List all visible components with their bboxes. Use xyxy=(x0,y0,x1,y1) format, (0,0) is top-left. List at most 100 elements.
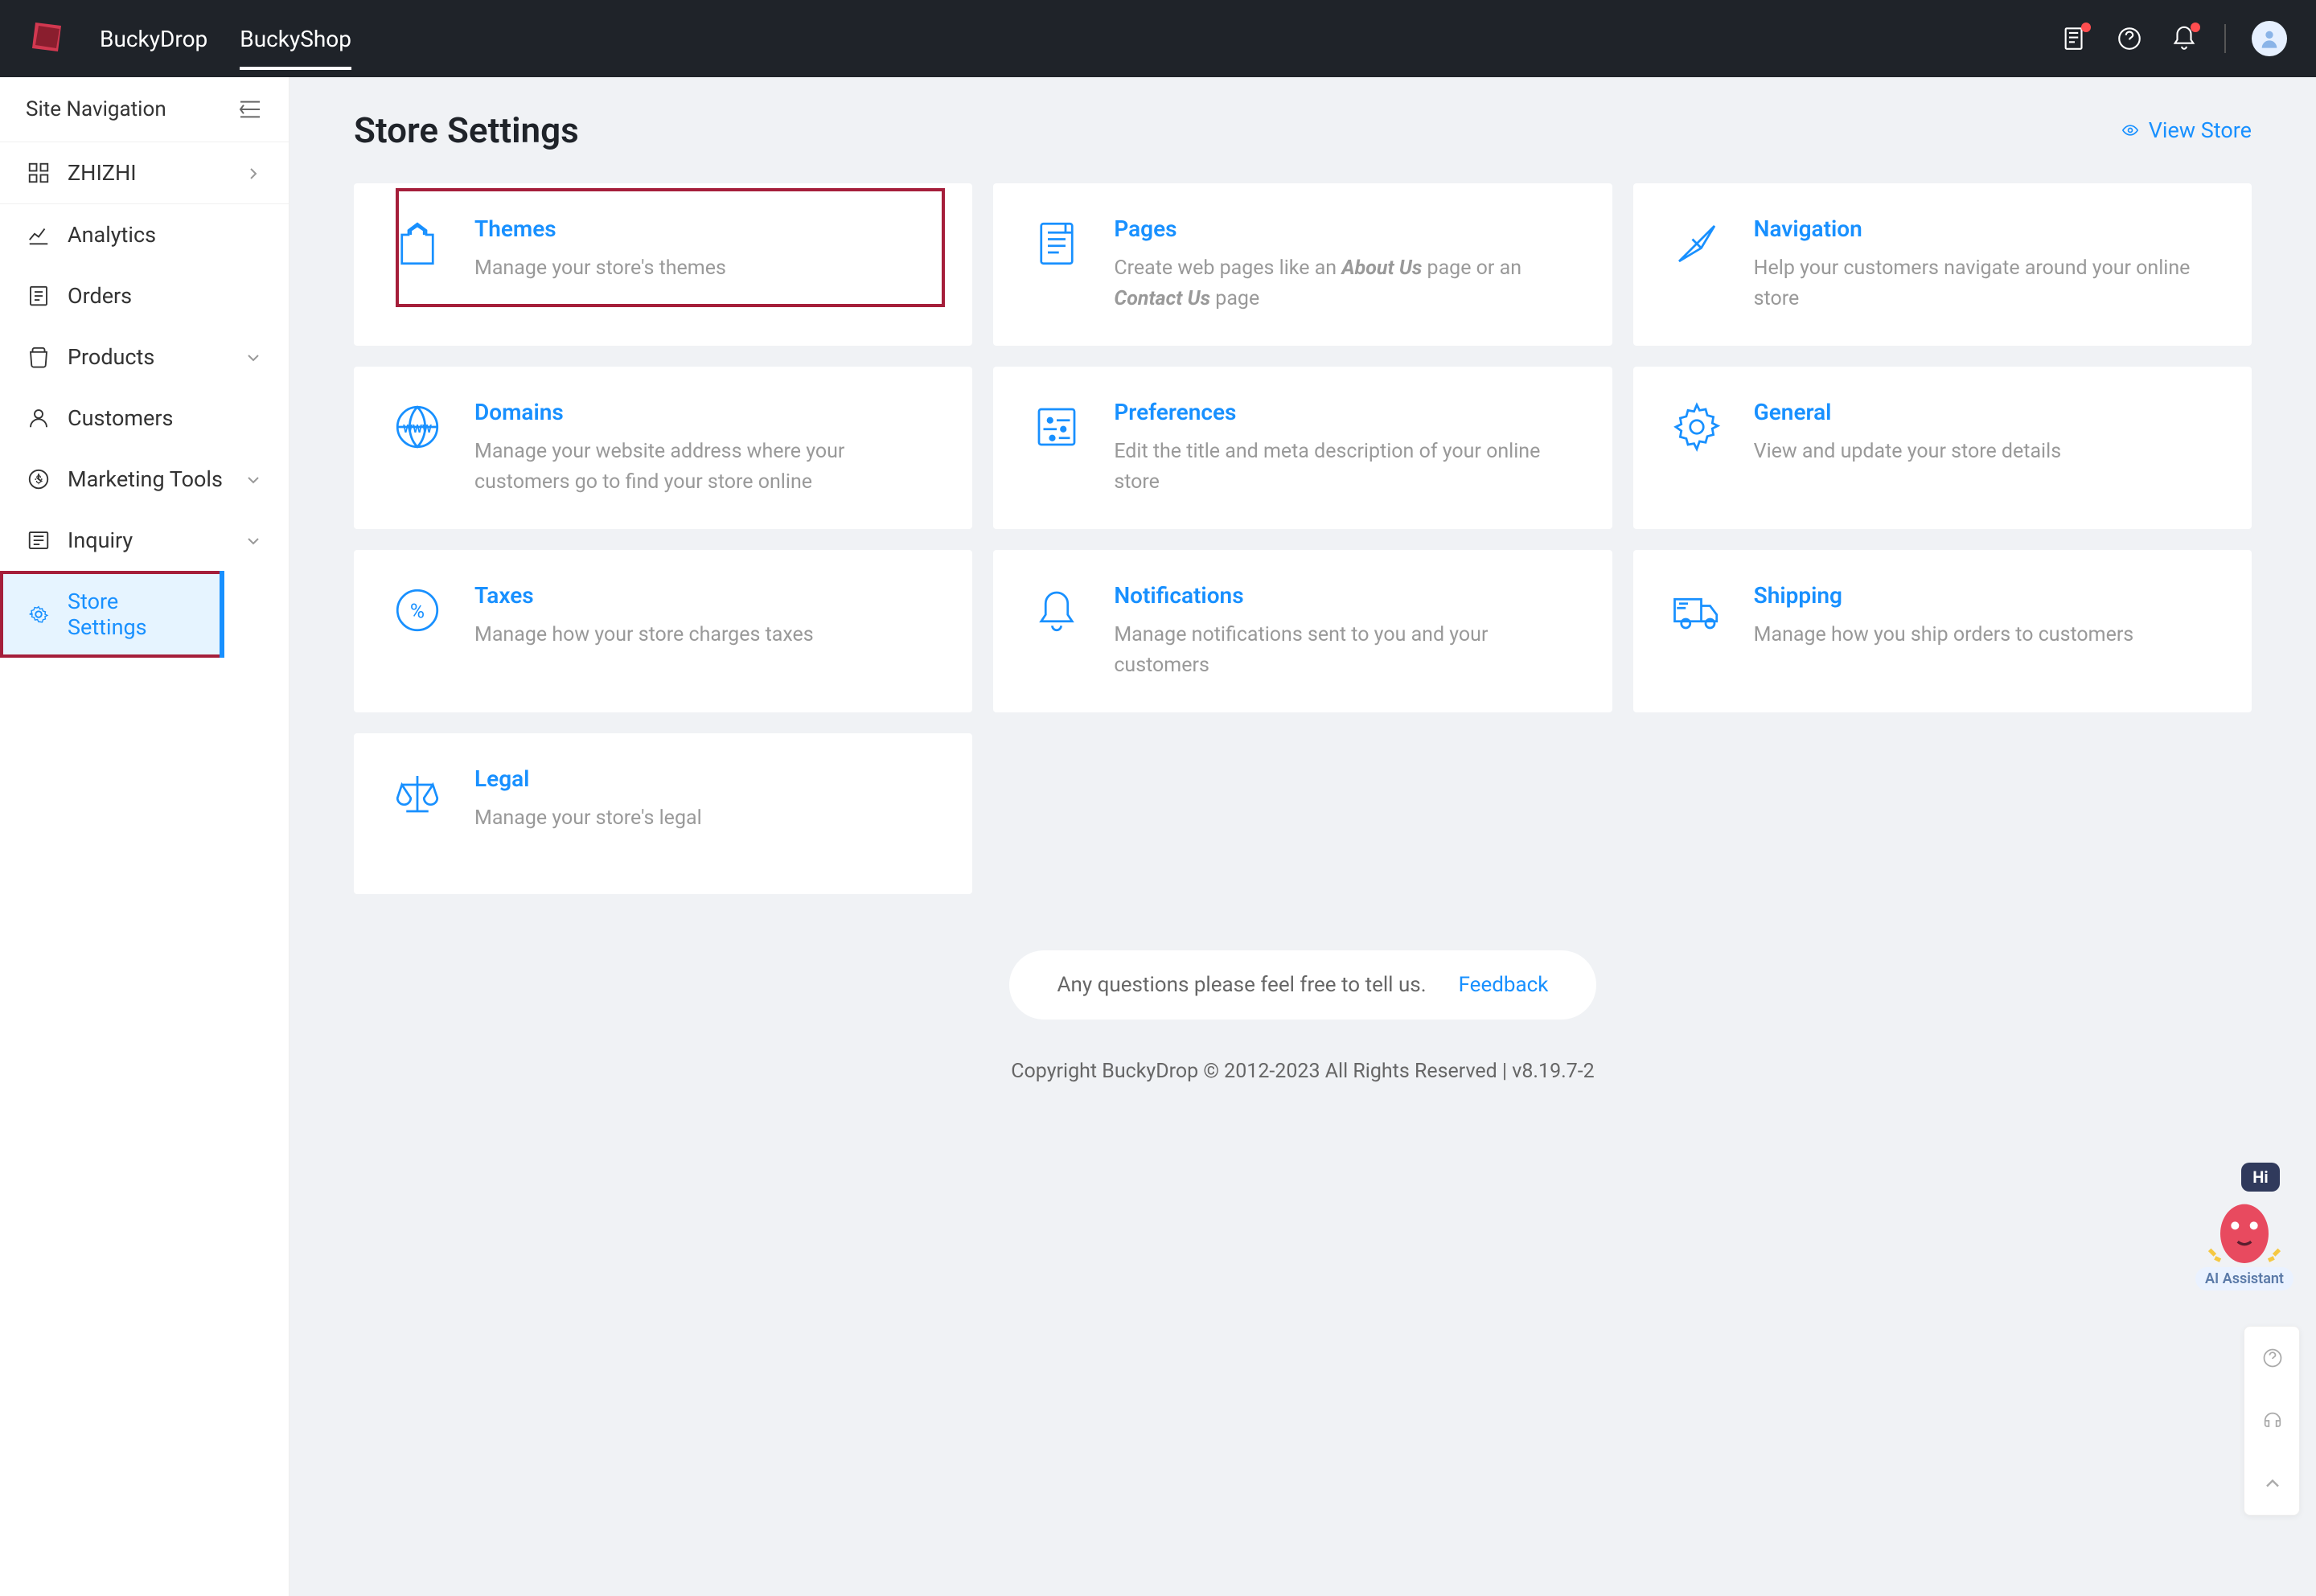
sidebar-item-zhizhi[interactable]: ZHIZHI xyxy=(0,142,289,204)
sidebar-item-marketing-tools[interactable]: $ Marketing Tools xyxy=(0,449,289,510)
card-title: Shipping xyxy=(1754,582,2216,609)
view-store-link[interactable]: View Store xyxy=(2120,117,2252,143)
ai-mascot-icon xyxy=(2204,1195,2285,1267)
card-title: Themes xyxy=(474,215,937,242)
card-notifications[interactable]: Notifications Manage notifications sent t… xyxy=(993,550,1612,712)
ai-label: AI Assistant xyxy=(2195,1267,2293,1290)
collapse-icon[interactable] xyxy=(237,96,263,122)
card-navigation[interactable]: Navigation Help your customers navigate a… xyxy=(1633,183,2252,346)
sidebar: Site Navigation ZHIZHI Analytics Orders Pro… xyxy=(0,77,290,1596)
card-desc: Create web pages like an About Us page o… xyxy=(1114,253,1576,314)
card-general[interactable]: General View and update your store detail… xyxy=(1633,367,2252,529)
notes-icon[interactable] xyxy=(2060,24,2089,53)
sidebar-label: Inquiry xyxy=(68,527,133,553)
card-desc: Manage how you ship orders to customers xyxy=(1754,620,2216,650)
card-content: Taxes Manage how your store charges taxes xyxy=(474,582,937,680)
card-themes[interactable]: ThemesManage your store's themes xyxy=(354,183,972,346)
float-actions xyxy=(2244,1326,2300,1516)
sidebar-label: Store Settings xyxy=(68,589,199,640)
card-content: Navigation Help your customers navigate a… xyxy=(1754,215,2216,314)
analytics-icon xyxy=(26,222,51,248)
card-title: Preferences xyxy=(1114,399,1576,425)
header-tabs: BuckyDrop BuckyShop xyxy=(100,2,351,76)
svg-text:$: $ xyxy=(35,473,42,486)
tab-buckydrop[interactable]: BuckyDrop xyxy=(100,2,207,76)
help-text: Any questions please feel free to tell u… xyxy=(1057,973,1427,997)
card-shipping[interactable]: Shipping Manage how you ship orders to cu… xyxy=(1633,550,2252,712)
settings-icon xyxy=(26,601,51,627)
page-header: Store Settings View Store xyxy=(354,109,2252,151)
card-title: Navigation xyxy=(1754,215,2216,242)
card-title: Pages xyxy=(1114,215,1576,242)
float-help-icon[interactable] xyxy=(2244,1327,2300,1389)
taxes-icon: % xyxy=(389,582,446,638)
card-domains[interactable]: WWWDomainsManage your website address wh… xyxy=(354,367,972,529)
bell-icon[interactable] xyxy=(2170,24,2199,53)
card-desc: Manage notifications sent to you and you… xyxy=(1114,620,1576,680)
card-taxes[interactable]: % Taxes Manage how your store charges taxe… xyxy=(354,550,972,712)
feedback-link[interactable]: Feedback xyxy=(1459,973,1549,997)
sidebar-item-products[interactable]: Products xyxy=(0,326,289,388)
svg-text:%: % xyxy=(410,601,425,624)
card-content: Shipping Manage how you ship orders to cu… xyxy=(1754,582,2216,680)
header-left: BuckyDrop BuckyShop xyxy=(29,2,351,76)
card-pages[interactable]: Pages Create web pages like an About Us p… xyxy=(993,183,1612,346)
user-avatar[interactable] xyxy=(2252,21,2287,56)
copyright: Copyright BuckyDrop © 2012-2023 All Righ… xyxy=(354,1060,2252,1083)
brand-logo[interactable] xyxy=(29,19,68,58)
card-title: Taxes xyxy=(474,582,937,609)
sidebar-header: Site Navigation xyxy=(0,77,289,142)
general-icon xyxy=(1669,399,1725,455)
nav-icon xyxy=(1669,215,1725,272)
card-content: General View and update your store detail… xyxy=(1754,399,2216,497)
card-title: General xyxy=(1754,399,2216,425)
card-desc: Manage how your store charges taxes xyxy=(474,620,937,650)
customers-icon xyxy=(26,405,51,431)
card-desc: View and update your store details xyxy=(1754,437,2216,467)
sidebar-item-inquiry[interactable]: Inquiry xyxy=(0,510,289,571)
chevron-down-icon xyxy=(244,347,263,367)
sidebar-item-orders[interactable]: Orders xyxy=(0,265,289,326)
svg-text:WWW: WWW xyxy=(403,423,432,436)
sidebar-item-customers[interactable]: Customers xyxy=(0,388,289,449)
legal-icon xyxy=(389,765,446,822)
products-icon xyxy=(26,344,51,370)
card-desc: Manage your store's legal xyxy=(474,803,937,834)
help-icon[interactable] xyxy=(2115,24,2144,53)
card-desc: Edit the title and meta description of y… xyxy=(1114,437,1576,497)
sidebar-label: Customers xyxy=(68,405,173,431)
card-content: ThemesManage your store's themes xyxy=(474,215,937,314)
help-box: Any questions please feel free to tell u… xyxy=(1009,950,1597,1020)
card-desc: Manage your website address where your c… xyxy=(474,437,937,497)
float-support-icon[interactable] xyxy=(2244,1389,2300,1452)
main-content: Store Settings View Store ThemesManage y… xyxy=(290,77,2316,1596)
sidebar-item-store-settings[interactable]: Store Settings xyxy=(0,571,224,658)
card-desc: Help your customers navigate around your… xyxy=(1754,253,2216,314)
orders-icon xyxy=(26,283,51,309)
tab-buckyshop[interactable]: BuckyShop xyxy=(240,2,351,76)
sidebar-label: Products xyxy=(68,344,154,370)
ai-assistant[interactable]: Hi AI Assistant xyxy=(2192,1163,2297,1290)
card-content: Preferences Edit the title and meta descr… xyxy=(1114,399,1576,497)
sidebar-label: Analytics xyxy=(68,222,156,248)
sidebar-label: Marketing Tools xyxy=(68,466,223,492)
notes-badge xyxy=(2081,23,2091,32)
card-content: LegalManage your store's legal xyxy=(474,765,937,862)
card-preferences[interactable]: Preferences Edit the title and meta descr… xyxy=(993,367,1612,529)
bell-badge xyxy=(2191,23,2200,32)
sidebar-label: ZHIZHI xyxy=(68,160,137,186)
sidebar-title: Site Navigation xyxy=(26,97,166,121)
card-title: Notifications xyxy=(1114,582,1576,609)
prefs-icon xyxy=(1029,399,1085,455)
header-divider xyxy=(2224,24,2226,53)
float-top-icon[interactable] xyxy=(2244,1452,2300,1515)
card-content: Pages Create web pages like an About Us p… xyxy=(1114,215,1576,314)
card-legal[interactable]: LegalManage your store's legal xyxy=(354,733,972,894)
header-right xyxy=(2060,21,2287,56)
sidebar-item-analytics[interactable]: Analytics xyxy=(0,204,289,265)
domains-icon: WWW xyxy=(389,399,446,455)
chevron-down-icon xyxy=(244,470,263,489)
themes-icon xyxy=(389,215,446,272)
cards-grid: ThemesManage your store's themes Pages Cre… xyxy=(354,183,2252,894)
notif-icon xyxy=(1029,582,1085,638)
